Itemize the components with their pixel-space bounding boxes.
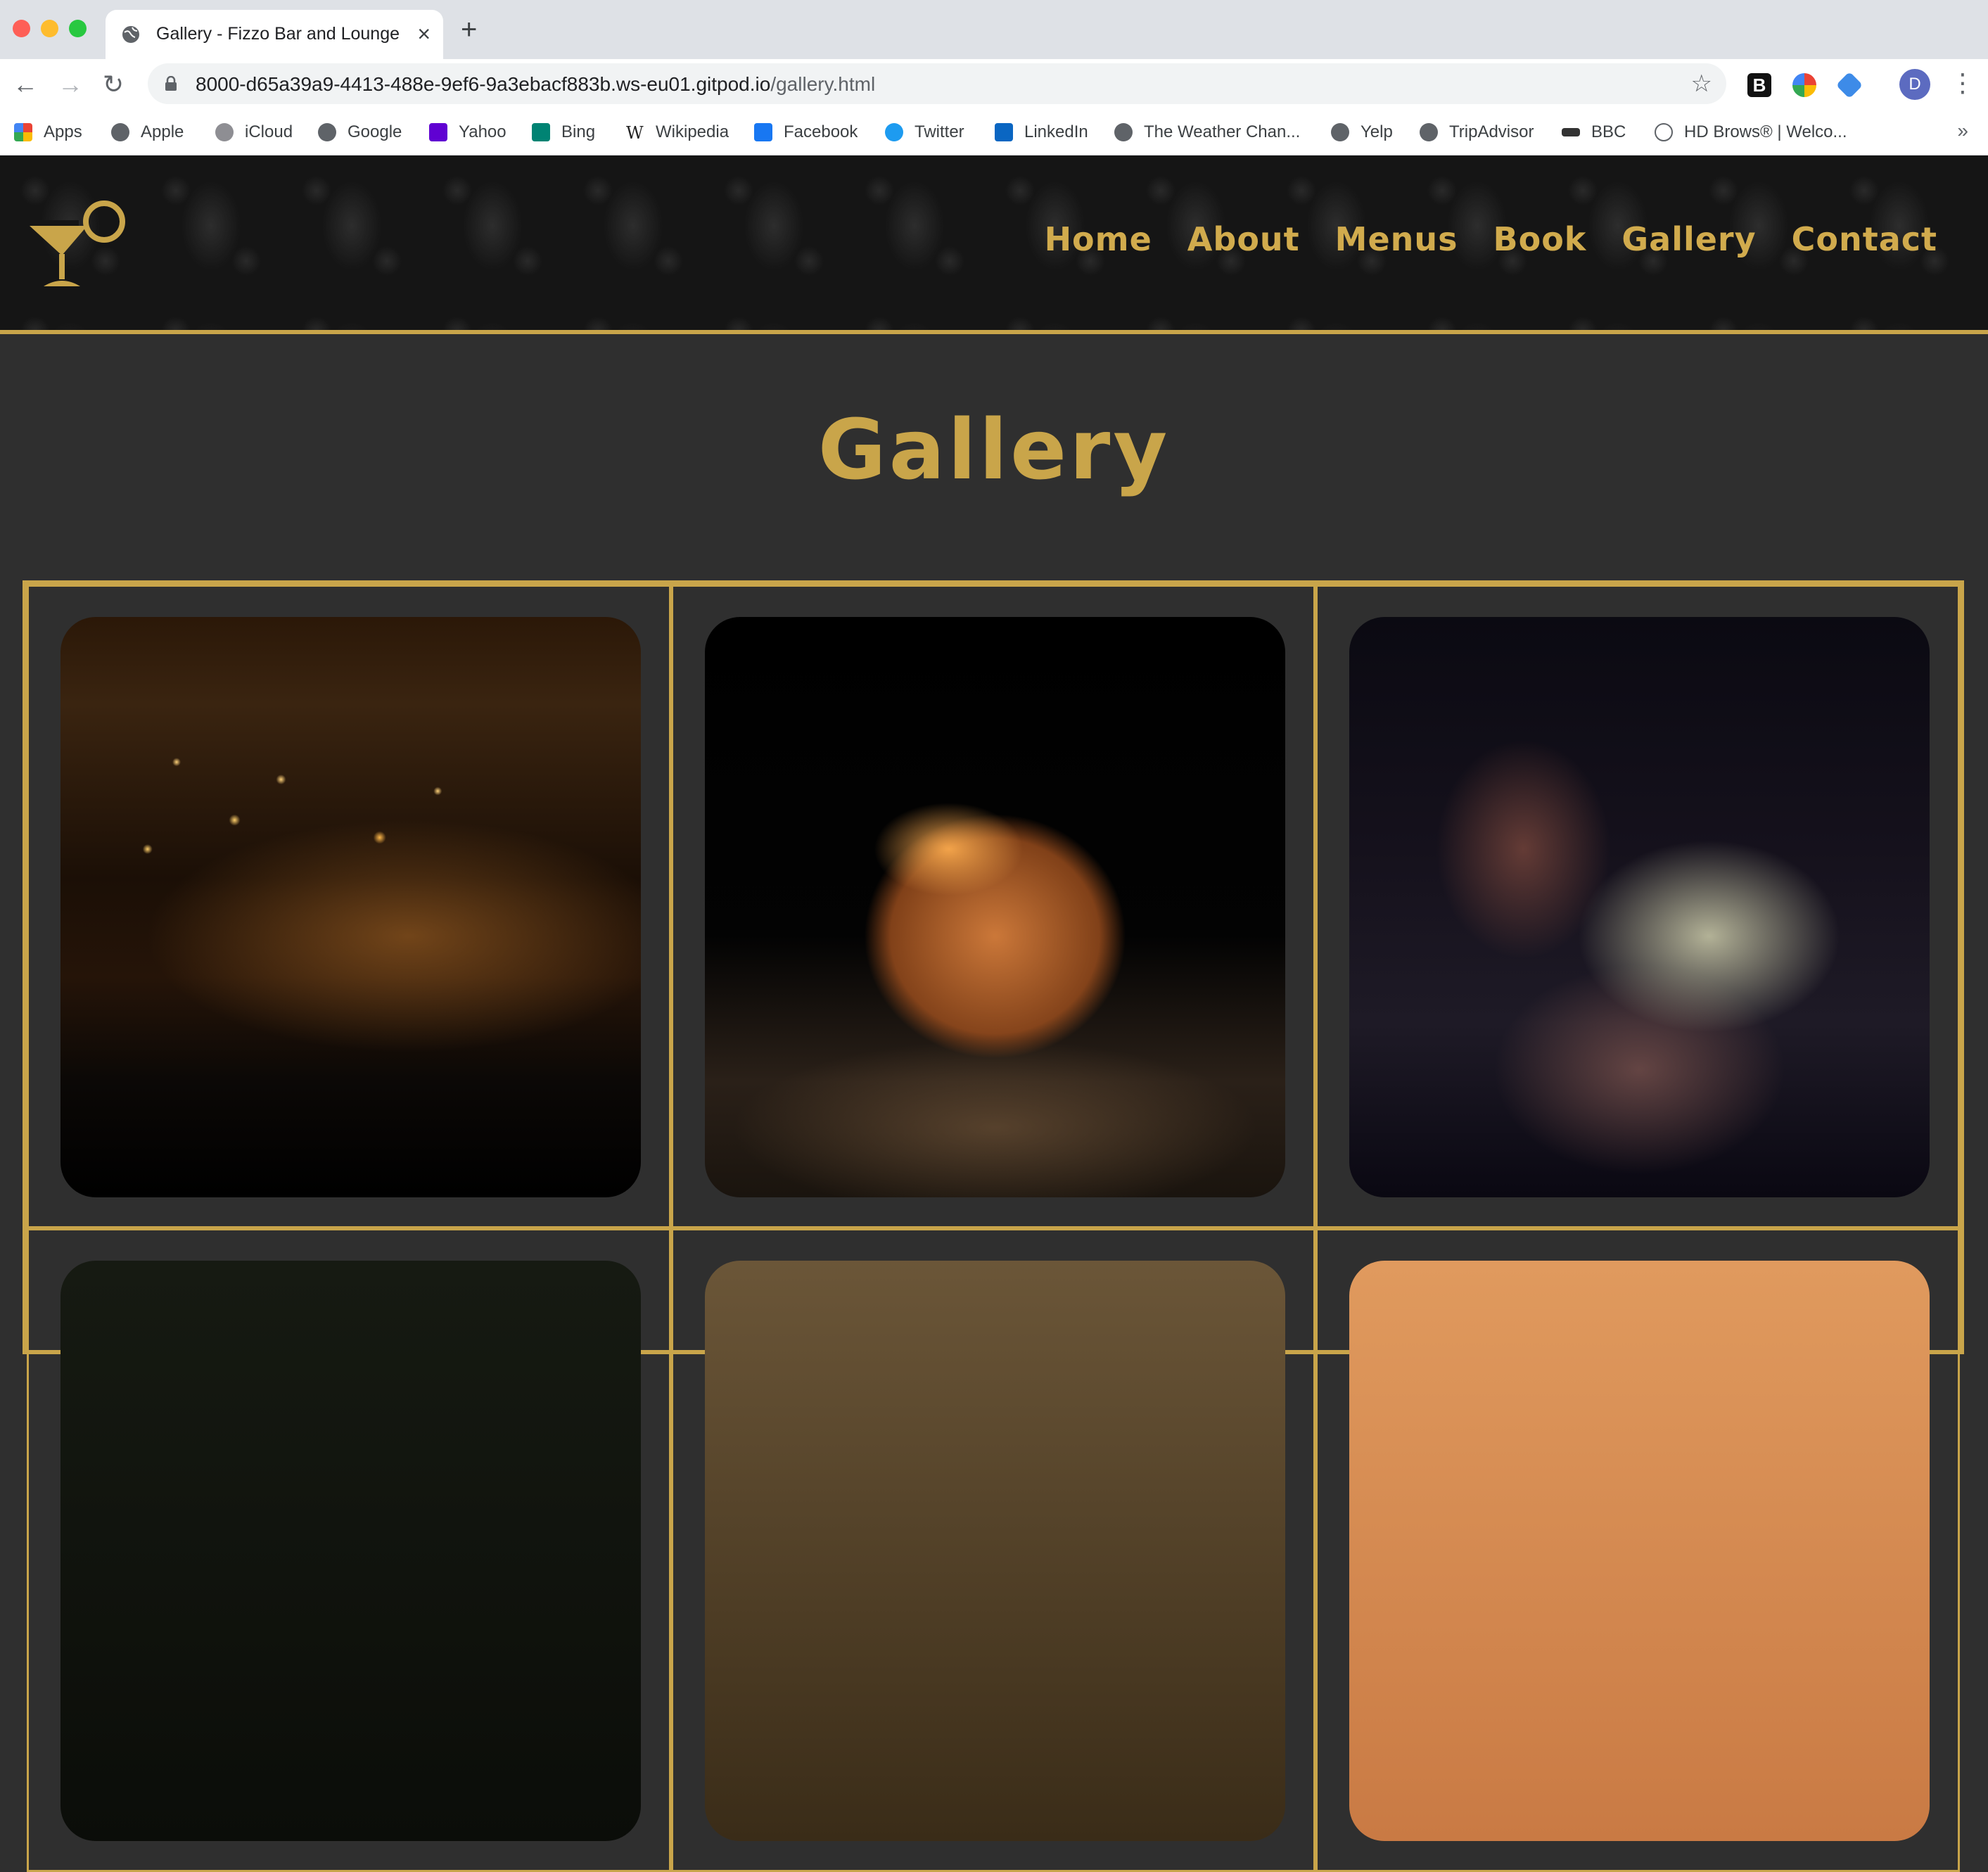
bookmark-linkedin[interactable]: LinkedIn: [995, 117, 1088, 148]
extension-colorwheel-icon[interactable]: [1792, 73, 1816, 97]
tab-title: Gallery - Fizzo Bar and Lounge: [156, 24, 400, 44]
bookmark-star-icon[interactable]: ☆: [1691, 70, 1712, 97]
main-nav: Home About Menus Book Gallery Contact: [1045, 220, 1937, 258]
bookmark-label: BBC: [1591, 122, 1626, 141]
bookmark-google[interactable]: Google: [318, 117, 402, 148]
globe-icon: [111, 123, 129, 141]
gallery-photo-row2-3[interactable]: [1349, 1261, 1930, 1841]
apple-icon: [215, 123, 234, 141]
bookmark-label: Yahoo: [459, 122, 506, 141]
hd-brows-icon: [1655, 123, 1673, 141]
bookmark-label: The Weather Chan...: [1144, 122, 1301, 141]
bookmark-bing[interactable]: Bing: [532, 117, 595, 148]
url-text: 8000-d65a39a9-4413-488e-9ef6-9a3ebacf883…: [196, 73, 875, 96]
bookmarks-overflow-icon[interactable]: »: [1957, 120, 1968, 142]
extension-b-icon[interactable]: B: [1747, 73, 1771, 97]
reload-icon[interactable]: ↻: [103, 70, 124, 98]
facebook-icon: [754, 123, 772, 141]
bookmark-label: Google: [348, 122, 402, 141]
gallery-cell: [1315, 1228, 1960, 1872]
nav-contact[interactable]: Contact: [1792, 220, 1937, 258]
extension-cube-icon[interactable]: [1835, 71, 1863, 99]
nav-book[interactable]: Book: [1493, 220, 1587, 258]
new-tab-button[interactable]: +: [461, 15, 477, 44]
globe-icon: [122, 26, 139, 43]
browser-tab-active[interactable]: Gallery - Fizzo Bar and Lounge ×: [106, 10, 443, 59]
gallery-cell: [27, 1228, 671, 1872]
bookmark-label: Apple: [141, 122, 184, 141]
gallery-cell: [27, 585, 671, 1228]
bookmark-apps[interactable]: Apps: [14, 117, 82, 148]
bookmark-label: Facebook: [784, 122, 858, 141]
bookmark-label: Wikipedia: [656, 122, 729, 141]
gallery-photo-row2-1[interactable]: [60, 1261, 641, 1841]
window-close-button[interactable]: [13, 20, 30, 37]
address-bar[interactable]: 8000-d65a39a9-4413-488e-9ef6-9a3ebacf883…: [148, 63, 1726, 104]
bookmark-label: HD Brows® | Welco...: [1684, 122, 1847, 141]
bookmark-icloud[interactable]: iCloud: [215, 117, 293, 148]
bookmark-label: iCloud: [245, 122, 293, 141]
bookmarks-bar: Apps Apple iCloud Google Yahoo Bing W Wi…: [0, 110, 1988, 155]
gallery-photo-bartender[interactable]: [1349, 617, 1930, 1197]
bookmark-label: Twitter: [915, 122, 964, 141]
gallery-cell: [671, 1228, 1315, 1872]
bookmark-weather[interactable]: The Weather Chan...: [1114, 117, 1300, 148]
gallery-cell: [671, 585, 1315, 1228]
globe-icon: [1114, 123, 1133, 141]
forward-icon[interactable]: →: [58, 70, 83, 98]
page-title: Gallery: [817, 401, 1171, 498]
nav-menus[interactable]: Menus: [1335, 220, 1458, 258]
bookmark-label: Apps: [44, 122, 82, 141]
site-header: Home About Menus Book Gallery Contact: [0, 155, 1988, 334]
profile-avatar[interactable]: D: [1899, 69, 1930, 100]
nav-home[interactable]: Home: [1045, 220, 1152, 258]
gallery-photo-row2-2[interactable]: [705, 1261, 1285, 1841]
bookmark-twitter[interactable]: Twitter: [885, 117, 964, 148]
twitter-icon: [885, 123, 903, 141]
window-minimize-button[interactable]: [41, 20, 58, 37]
bookmark-tripadvisor[interactable]: TripAdvisor: [1420, 117, 1534, 148]
linkedin-icon: [995, 123, 1013, 141]
bookmark-wikipedia[interactable]: W Wikipedia: [626, 117, 729, 148]
bookmark-hd-brows[interactable]: HD Brows® | Welco...: [1655, 117, 1847, 148]
globe-icon: [318, 123, 336, 141]
bookmark-label: LinkedIn: [1024, 122, 1088, 141]
cocktail-glass-logo-icon[interactable]: [27, 199, 125, 291]
bookmark-yahoo[interactable]: Yahoo: [429, 117, 506, 148]
gallery-cell: [1315, 585, 1960, 1228]
globe-icon: [1331, 123, 1349, 141]
gallery-photo-bar-interior[interactable]: [60, 617, 641, 1197]
lock-icon: [165, 76, 177, 91]
gallery-photo-cocktail[interactable]: [705, 617, 1285, 1197]
bookmark-bbc[interactable]: BBC: [1562, 117, 1626, 148]
yahoo-icon: [429, 123, 447, 141]
bookmark-yelp[interactable]: Yelp: [1331, 117, 1393, 148]
window-zoom-button[interactable]: [69, 20, 87, 37]
back-icon[interactable]: ←: [13, 70, 38, 98]
url-path: /gallery.html: [770, 73, 876, 95]
wikipedia-icon: W: [626, 123, 644, 143]
bookmark-apple[interactable]: Apple: [111, 117, 184, 148]
bookmark-label: Yelp: [1361, 122, 1393, 141]
bing-icon: [532, 123, 550, 141]
bookmark-label: TripAdvisor: [1449, 122, 1534, 141]
nav-gallery[interactable]: Gallery: [1621, 220, 1756, 258]
nav-about[interactable]: About: [1187, 220, 1300, 258]
bbc-icon: [1562, 128, 1580, 136]
browser-menu-icon[interactable]: ⋮: [1950, 69, 1975, 97]
globe-icon: [1420, 123, 1438, 141]
apps-grid-icon: [14, 123, 32, 141]
browser-toolbar: ← → ↻ 8000-d65a39a9-4413-488e-9ef6-9a3eb…: [0, 59, 1988, 110]
bookmark-facebook[interactable]: Facebook: [754, 117, 858, 148]
url-host: 8000-d65a39a9-4413-488e-9ef6-9a3ebacf883…: [196, 73, 771, 95]
browser-tab-strip: Gallery - Fizzo Bar and Lounge × +: [0, 0, 1988, 59]
bookmark-label: Bing: [561, 122, 596, 141]
tab-close-icon[interactable]: ×: [417, 21, 431, 46]
gallery-grid: [23, 580, 1964, 1872]
